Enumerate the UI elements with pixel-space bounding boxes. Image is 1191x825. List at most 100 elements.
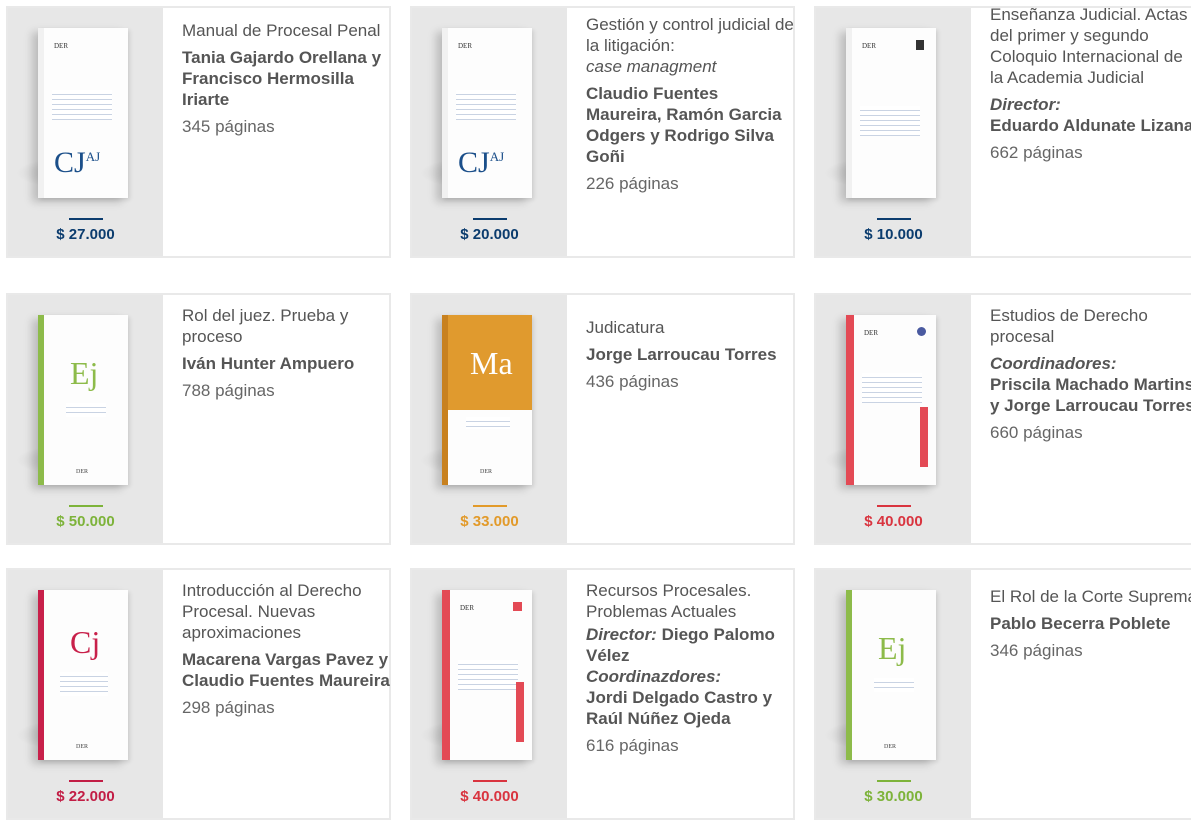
cover-emblem-icon (513, 602, 522, 611)
book-authors: Jorge Larroucau Torres (586, 345, 777, 364)
cover-text-lines (456, 90, 516, 120)
book-cover-panel[interactable]: Ma DER $ 33.000 (412, 295, 567, 543)
cover-text-lines (466, 417, 510, 429)
book-info: Judicatura Jorge Larroucau Torres 436 pá… (586, 317, 794, 392)
book-cover: DER (846, 28, 936, 198)
cover-logo-text: CJ (54, 146, 86, 179)
book-cover-panel[interactable]: DER $ 10.000 (816, 8, 971, 256)
book-pages: 298 páginas (182, 698, 275, 717)
book-pages: 616 páginas (586, 736, 679, 755)
price: $ 30.000 (864, 788, 923, 805)
book-authors: Tania Gajardo Orellana y Francisco Hermo… (182, 48, 382, 109)
cover-logo-sup: AJ (85, 149, 101, 164)
publisher-mark: DER (458, 42, 472, 50)
book-title[interactable]: Judicatura (586, 317, 794, 338)
cover-text-lines (458, 660, 518, 690)
book-pages: 660 páginas (990, 423, 1083, 442)
book-title[interactable]: Gestión y control judicial de la litigac… (586, 14, 794, 77)
price: $ 10.000 (864, 226, 923, 243)
price-separator (877, 505, 911, 507)
book-card[interactable]: DER $ 40.000 Recursos Procesales. Proble… (410, 568, 795, 820)
price: $ 40.000 (460, 788, 519, 805)
book-card[interactable]: Ej DER $ 30.000 El Rol de la Corte Supre… (814, 568, 1191, 820)
book-cover-panel[interactable]: DER CJAJ $ 27.000 (8, 8, 163, 256)
book-title[interactable]: Introducción al Derecho Procesal. Nuevas… (182, 580, 390, 643)
book-title-text: Gestión y control judicial de la litigac… (586, 15, 794, 55)
cover-logo: Cj (70, 624, 101, 660)
book-cover-panel[interactable]: DER $ 40.000 (412, 570, 567, 818)
cover-emblem-icon (917, 327, 926, 336)
price: $ 27.000 (56, 226, 115, 243)
publisher-mark: DER (76, 469, 88, 475)
book-title[interactable]: Rol del juez. Prueba y proceso (182, 305, 390, 347)
price-separator (473, 218, 507, 220)
book-pages: 226 páginas (586, 174, 679, 193)
book-cover-panel[interactable]: DER $ 40.000 (816, 295, 971, 543)
book-info: Enseñanza Judicial. Actas del primer y s… (990, 4, 1191, 163)
book-cover-panel[interactable]: Ej DER $ 30.000 (816, 570, 971, 818)
book-title[interactable]: Manual de Procesal Penal (182, 20, 390, 41)
book-authors: Claudio Fuentes Maureira, Ramón Garcia O… (586, 84, 782, 166)
book-card[interactable]: Ma DER $ 33.000 Judicatura Jorge Larrouc… (410, 293, 795, 545)
price-separator (69, 780, 103, 782)
book-cover: Ma DER (442, 315, 532, 485)
publisher-mark: DER (884, 744, 896, 750)
book-authors: Director: Eduardo Aldunate Lizana (990, 94, 1191, 136)
cover-logo: Ej (70, 355, 99, 391)
book-subtitle: case managment (586, 57, 717, 76)
cover-text-lines (862, 373, 922, 403)
book-card[interactable]: DER CJAJ $ 27.000 Manual de Procesal Pen… (6, 6, 391, 258)
cover-stripe (920, 407, 928, 467)
book-info: Manual de Procesal Penal Tania Gajardo O… (182, 20, 390, 137)
price: $ 33.000 (460, 513, 519, 530)
book-cover-panel[interactable]: DER CJAJ $ 20.000 (412, 8, 567, 256)
price: $ 40.000 (864, 513, 923, 530)
coordinators-names: Jordi Delgado Castro y Raúl Núñez Ojeda (586, 688, 773, 728)
publisher-mark: DER (480, 469, 492, 475)
cover-text-lines (60, 672, 108, 696)
book-pages: 436 páginas (586, 372, 679, 391)
cover-logo: CJAJ (458, 146, 504, 180)
book-cover-panel[interactable]: Cj DER $ 22.000 (8, 570, 163, 818)
director-name: Eduardo Aldunate Lizana (990, 116, 1191, 135)
coordinators-label: Coordinazdores: (586, 667, 722, 686)
book-title[interactable]: El Rol de la Corte Suprema (990, 586, 1191, 607)
book-authors: Macarena Vargas Pavez y Claudio Fuentes … (182, 650, 390, 690)
book-card[interactable]: Ej DER $ 50.000 Rol del juez. Prueba y p… (6, 293, 391, 545)
cover-text-lines (860, 106, 920, 136)
book-title[interactable]: Estudios de Derecho procesal (990, 305, 1191, 347)
cover-text-lines (66, 403, 106, 417)
publisher-mark: DER (862, 42, 876, 50)
book-title[interactable]: Recursos Procesales. Problemas Actuales (586, 580, 794, 622)
cover-logo-text: CJ (458, 146, 490, 179)
book-card[interactable]: DER $ 40.000 Estudios de Derecho procesa… (814, 293, 1191, 545)
cover-logo: CJAJ (54, 146, 100, 180)
book-info: Introducción al Derecho Procesal. Nuevas… (182, 580, 390, 718)
book-authors: Coordinadores: Priscila Machado Martins y… (990, 353, 1191, 416)
book-authors: Pablo Becerra Poblete (990, 614, 1171, 633)
book-authors: Iván Hunter Ampuero (182, 354, 355, 373)
coordinators-names: Priscila Machado Martins y Jorge Larrouc… (990, 375, 1191, 415)
cover-stripe (516, 682, 524, 742)
price: $ 50.000 (56, 513, 115, 530)
book-title[interactable]: Enseñanza Judicial. Actas del primer y s… (990, 4, 1191, 88)
director-label: Director: (586, 625, 657, 644)
price: $ 22.000 (56, 788, 115, 805)
price-separator (69, 218, 103, 220)
coordinators-label: Coordinadores: (990, 354, 1117, 373)
publisher-mark: DER (76, 744, 88, 750)
book-cover-panel[interactable]: Ej DER $ 50.000 (8, 295, 163, 543)
book-cover: Cj DER (38, 590, 128, 760)
book-cover: DER CJAJ (38, 28, 128, 198)
book-card[interactable]: DER $ 10.000 Enseñanza Judicial. Actas d… (814, 4, 1191, 258)
book-card[interactable]: Cj DER $ 22.000 Introducción al Derecho … (6, 568, 391, 820)
book-info: Estudios de Derecho procesal Coordinador… (990, 305, 1191, 443)
book-authors: Director: Diego Palomo Vélez Coordinazdor… (586, 624, 794, 729)
cover-logo-sup: AJ (489, 149, 505, 164)
publisher-mark: DER (54, 42, 68, 50)
book-card[interactable]: DER CJAJ $ 20.000 Gestión y control judi… (410, 6, 795, 258)
price: $ 20.000 (460, 226, 519, 243)
book-cover: DER (846, 315, 936, 485)
book-pages: 345 páginas (182, 117, 275, 136)
cover-text-lines (874, 678, 914, 692)
